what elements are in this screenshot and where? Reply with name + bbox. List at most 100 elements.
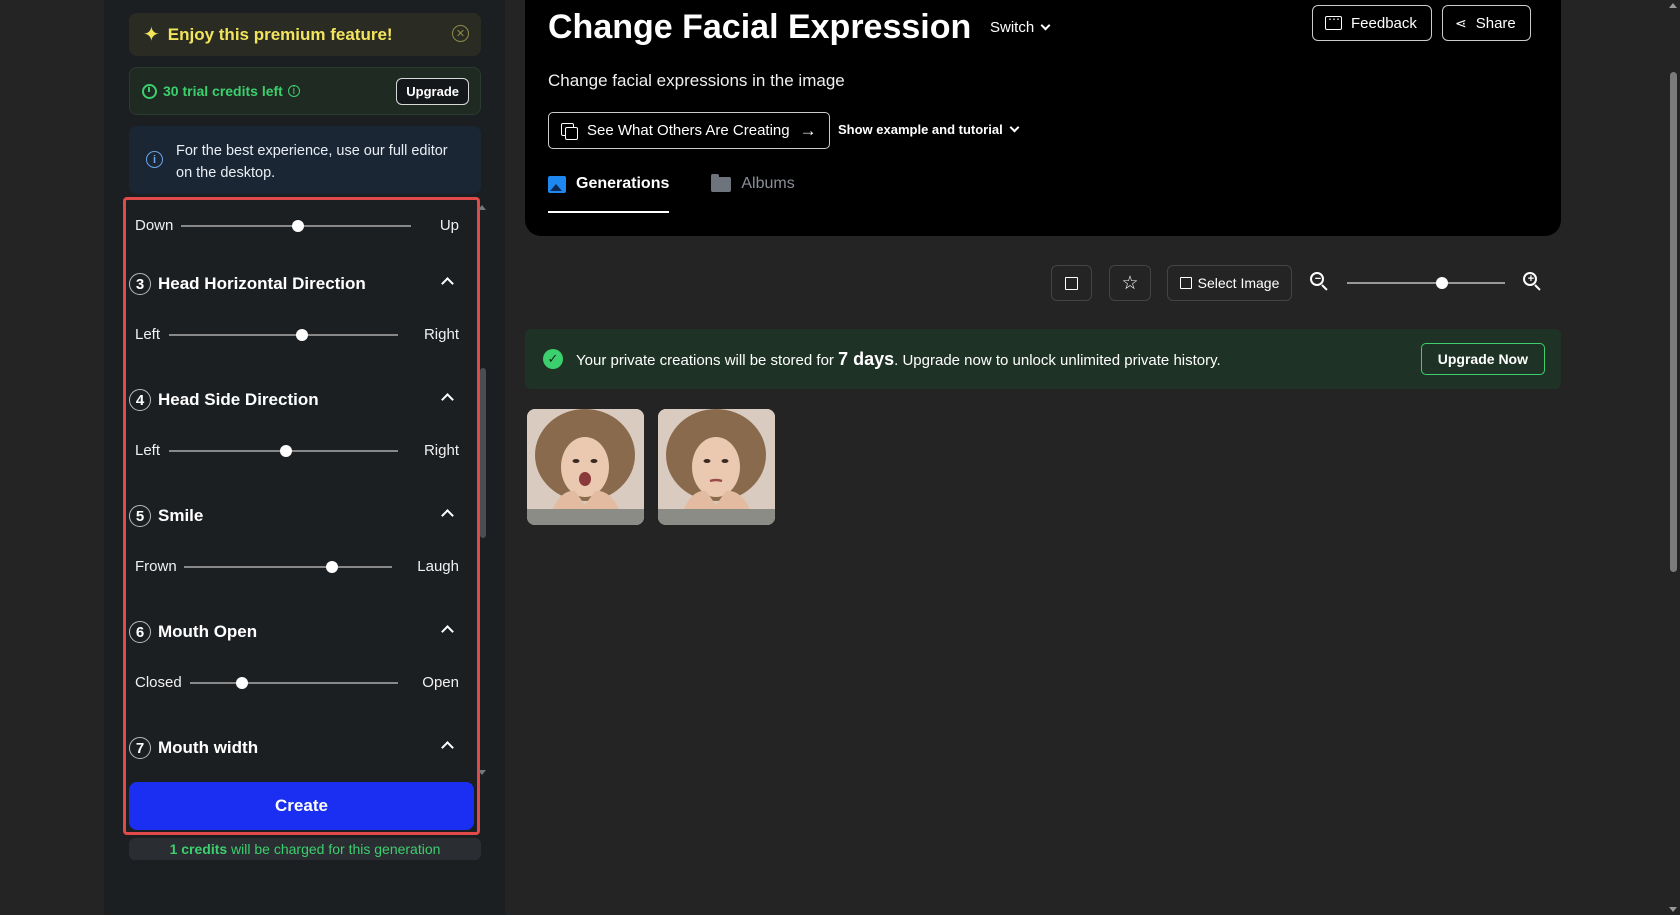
- create-button[interactable]: Create: [129, 782, 474, 830]
- select-mode-button[interactable]: [1051, 265, 1092, 301]
- slider-max-label: Right: [423, 326, 459, 343]
- panel-scrollbar[interactable]: [480, 205, 486, 775]
- tab-generations[interactable]: Generations: [548, 175, 670, 213]
- slider-track[interactable]: [169, 334, 398, 336]
- slider-handle[interactable]: [325, 561, 338, 573]
- chevron-up-icon[interactable]: [441, 741, 454, 754]
- chevron-up-icon[interactable]: [441, 393, 454, 406]
- slider-handle[interactable]: [295, 329, 308, 341]
- feedback-icon: [1325, 12, 1342, 30]
- slider-min-label: Closed: [135, 674, 182, 691]
- storage-banner: ✓ Your private creations will be stored …: [525, 329, 1561, 389]
- zoom-in-sign: +: [1527, 273, 1535, 285]
- tutorial-dropdown[interactable]: Show example and tutorial: [838, 122, 1020, 137]
- slider-track[interactable]: [190, 682, 398, 684]
- close-icon[interactable]: ✕: [452, 25, 469, 42]
- slider-handle[interactable]: [279, 445, 292, 457]
- slider-max-label: Up: [439, 217, 459, 234]
- zoom-in-icon[interactable]: +: [1523, 272, 1543, 292]
- banner-text-after: . Upgrade now to unlock unlimited privat…: [894, 352, 1221, 369]
- slider-head-vertical[interactable]: Down Up: [135, 215, 459, 235]
- trial-credits-text: 30 trial credits left: [163, 83, 283, 99]
- slider-handle[interactable]: [236, 677, 248, 689]
- feedback-button[interactable]: Feedback: [1312, 5, 1432, 41]
- scroll-down-arrow[interactable]: [478, 770, 486, 775]
- section-head-mouth-width[interactable]: 7 Mouth width: [129, 735, 462, 761]
- generation-thumbnail[interactable]: [527, 409, 644, 525]
- slider-mouth-open[interactable]: Closed Open: [135, 672, 459, 692]
- image-icon: [548, 176, 566, 193]
- chevron-up-icon[interactable]: [441, 277, 454, 290]
- panel-scrollbar-thumb[interactable]: [480, 368, 486, 538]
- share-label: Share: [1475, 14, 1516, 32]
- clock-icon: [142, 83, 157, 99]
- tab-albums[interactable]: Albums: [711, 174, 795, 213]
- section-head-smile[interactable]: 5 Smile: [129, 503, 462, 529]
- charge-credits: 1 credits: [169, 841, 228, 857]
- charge-note: 1 credits will be charged for this gener…: [129, 838, 481, 860]
- see-others-label: See What Others Are Creating: [587, 122, 790, 139]
- section-number: 7: [129, 737, 151, 759]
- slider-head-horizontal[interactable]: Left Right: [135, 324, 459, 344]
- chevron-down-icon: [1040, 20, 1051, 31]
- section-head-mouth-open[interactable]: 6 Mouth Open: [129, 619, 462, 645]
- select-image-label: Select Image: [1197, 275, 1280, 291]
- zoom-slider-track[interactable]: [1347, 282, 1505, 284]
- chevron-up-icon[interactable]: [441, 625, 454, 638]
- section-title: Smile: [158, 506, 204, 525]
- tab-label: Generations: [576, 175, 670, 192]
- chevron-down-icon: [1009, 122, 1020, 133]
- upgrade-now-button[interactable]: Upgrade Now: [1420, 343, 1545, 375]
- slider-smile[interactable]: Frown Laugh: [135, 556, 459, 576]
- upgrade-button[interactable]: Upgrade: [396, 78, 469, 105]
- page-scrollbar-thumb[interactable]: [1670, 72, 1677, 572]
- scroll-down-arrow[interactable]: [1669, 907, 1677, 912]
- premium-banner: ✦ Enjoy this premium feature! ✕: [129, 13, 481, 56]
- zoom-out-icon[interactable]: −: [1310, 272, 1330, 292]
- check-icon: ✓: [543, 349, 563, 369]
- slider-max-label: Right: [423, 442, 459, 459]
- favorites-button[interactable]: ☆: [1109, 265, 1151, 301]
- storage-banner-text: Your private creations will be stored fo…: [576, 349, 1221, 370]
- square-icon: [1065, 276, 1078, 290]
- select-image-button[interactable]: Select Image: [1167, 265, 1292, 301]
- banner-text-before: Your private creations will be stored fo…: [576, 352, 839, 369]
- section-number: 3: [129, 273, 151, 295]
- trial-credits-bar: 30 trial credits left i Upgrade: [129, 67, 481, 115]
- page-subtitle: Change facial expressions in the image: [548, 71, 845, 90]
- info-icon[interactable]: i: [287, 85, 300, 97]
- section-title: Head Horizontal Direction: [158, 274, 366, 293]
- chevron-up-icon[interactable]: [441, 509, 454, 522]
- switch-dropdown[interactable]: Switch: [990, 19, 1051, 36]
- slider-max-label: Open: [422, 674, 459, 691]
- gallery-icon: [561, 122, 578, 140]
- zoom-out-sign: −: [1314, 273, 1322, 285]
- section-title: Head Side Direction: [158, 390, 319, 409]
- sparkle-icon: ✦: [143, 23, 160, 46]
- share-button[interactable]: ⋖ Share: [1442, 5, 1531, 41]
- see-others-button[interactable]: See What Others Are Creating →: [548, 112, 830, 149]
- share-icon: ⋖: [1455, 14, 1467, 31]
- info-icon: i: [146, 151, 163, 168]
- star-icon: ☆: [1121, 272, 1139, 294]
- premium-text: Enjoy this premium feature!: [167, 24, 393, 44]
- arrow-right-icon: →: [799, 120, 817, 140]
- section-head-horizontal-direction[interactable]: 3 Head Horizontal Direction: [129, 271, 462, 297]
- slider-track[interactable]: [184, 566, 392, 568]
- section-number: 5: [129, 505, 151, 527]
- section-title: Mouth Open: [158, 622, 258, 641]
- slider-handle[interactable]: [292, 220, 305, 232]
- zoom-in-handle: [1534, 284, 1541, 291]
- header-card: Change Facial Expression Switch Feedback…: [525, 0, 1561, 236]
- zoom-out-handle: [1321, 284, 1328, 291]
- page-scrollbar[interactable]: [1666, 0, 1680, 915]
- section-head-side-direction[interactable]: 4 Head Side Direction: [129, 387, 462, 413]
- generation-thumbnail[interactable]: [658, 409, 775, 525]
- feedback-label: Feedback: [1351, 14, 1417, 32]
- notice-text: For the best experience, use our full ed…: [176, 143, 448, 181]
- slider-head-side[interactable]: Left Right: [135, 440, 459, 460]
- scroll-up-arrow[interactable]: [1669, 3, 1677, 8]
- zoom-slider-handle[interactable]: [1435, 277, 1448, 289]
- slider-min-label: Down: [135, 217, 174, 234]
- expression-controls-panel[interactable]: Down Up 3 Head Horizontal Direction Left…: [123, 197, 480, 835]
